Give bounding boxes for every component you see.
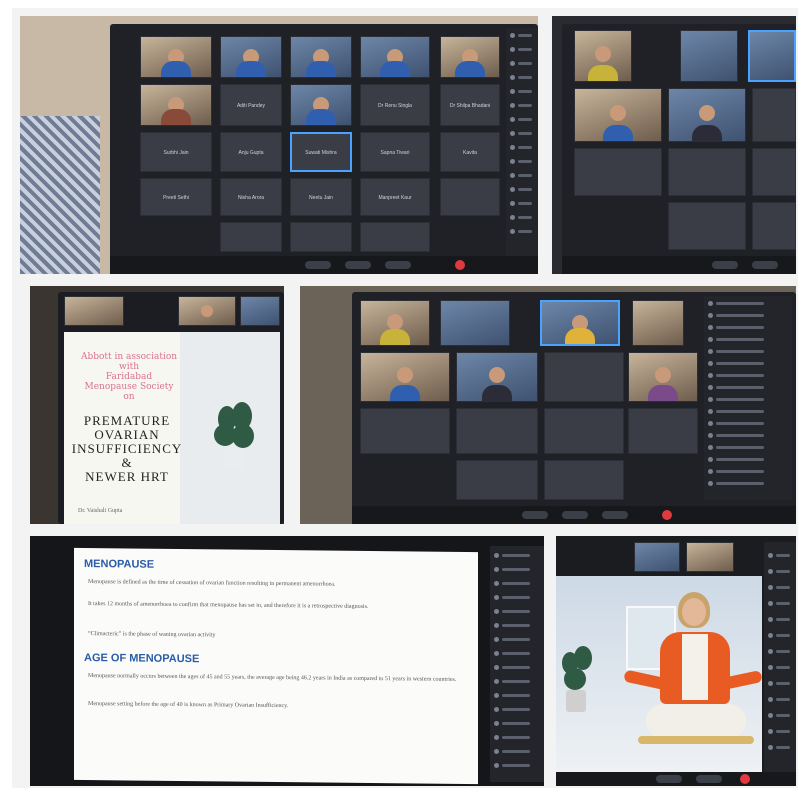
yoga-video <box>556 576 763 772</box>
instructor-figure <box>623 586 763 772</box>
name-tile <box>456 408 538 454</box>
video-tile <box>440 36 500 78</box>
name-tile <box>360 222 430 252</box>
video-tile <box>574 88 662 142</box>
video-tile <box>240 296 280 326</box>
laptop-screen: Aditi Pandey Dr Renu Singla Dr Shilpa Bh… <box>110 24 538 274</box>
plant-image <box>558 646 598 726</box>
name-tile <box>220 222 282 252</box>
participants-panel <box>704 296 792 500</box>
photo-zoom-grid-2 <box>552 16 796 274</box>
video-tile <box>290 84 352 126</box>
name-tile <box>456 460 538 500</box>
video-tile <box>634 542 680 572</box>
slide-bullet: Menopause setting before the age of 40 i… <box>88 701 289 710</box>
participants-panel <box>764 542 796 778</box>
presentation-slide: Abbott in association with Faridabad Men… <box>64 332 280 524</box>
name-tile <box>544 408 624 454</box>
video-tile <box>360 300 430 346</box>
leave-icon <box>455 260 465 270</box>
meeting-toolbar <box>110 256 538 274</box>
video-tile <box>540 300 620 346</box>
meeting-toolbar <box>352 506 796 524</box>
photo-slide-hrt: Abbott in association with Faridabad Men… <box>30 286 284 524</box>
participants-panel <box>506 28 538 256</box>
meeting-toolbar <box>562 256 796 274</box>
name-tile <box>290 222 352 252</box>
laptop-screen <box>562 24 796 274</box>
video-tile <box>456 352 538 402</box>
name-tile: Manpreet Kaur <box>360 178 430 216</box>
video-tile <box>628 352 698 402</box>
name-tile: Aditi Pandey <box>220 84 282 126</box>
name-tile: Preeti Sethi <box>140 178 212 216</box>
mat <box>638 736 754 744</box>
video-tile <box>360 352 450 402</box>
name-tile: Dr Renu Singla <box>360 84 430 126</box>
name-tile <box>440 178 500 216</box>
participants-panel <box>490 546 544 782</box>
name-tile <box>628 408 698 454</box>
slide-heading-age: AGE OF MENOPAUSE <box>84 651 200 666</box>
video-tile <box>686 542 734 572</box>
video-tile <box>440 300 510 346</box>
video-tile <box>140 36 212 78</box>
slide-heading-menopause: MENOPAUSE <box>84 557 155 571</box>
presenter-name: Dr. Vaishali Gupta <box>78 508 123 514</box>
video-tile <box>574 30 632 82</box>
name-tile: Dr Shilpa Bhadani <box>440 84 500 126</box>
video-tile <box>360 36 430 78</box>
name-tile: Anju Gupta <box>220 132 282 172</box>
video-tile <box>680 30 738 82</box>
name-tile <box>752 202 796 250</box>
name-tile <box>574 148 662 196</box>
laptop-screen <box>352 292 796 524</box>
video-tile <box>290 36 352 78</box>
leave-icon <box>740 774 750 784</box>
name-tile <box>544 352 624 402</box>
name-tile <box>668 202 746 250</box>
photo-collage: Aditi Pandey Dr Renu Singla Dr Shilpa Bh… <box>12 8 798 788</box>
name-tile: Surbhi Jain <box>140 132 212 172</box>
video-tile <box>220 36 282 78</box>
meeting-toolbar <box>556 772 796 786</box>
slide-bullet: Menopause normally occurs between the ag… <box>88 673 457 683</box>
name-tile: Neetu Jain <box>290 178 352 216</box>
photo-slide-menopause: MENOPAUSE Menopause is defined as the ti… <box>30 536 544 786</box>
menopause-slide: MENOPAUSE Menopause is defined as the ti… <box>74 547 478 785</box>
leave-icon <box>662 510 672 520</box>
photo-zoom-grid-3 <box>300 286 796 524</box>
slide-bullet: Menopause is defined as the time of cess… <box>88 579 336 588</box>
video-tile <box>668 88 746 142</box>
photo-yoga-session <box>556 536 796 786</box>
slide-bullet: It takes 12 months of amenorrhoea to con… <box>88 601 369 610</box>
name-tile: Nisha Arora <box>220 178 282 216</box>
name-tile <box>360 408 450 454</box>
slide-bullet: “Climacteric” is the phase of waning ova… <box>88 631 216 639</box>
name-tile: Kavita <box>440 132 500 172</box>
video-tile <box>140 84 212 126</box>
name-tile <box>752 148 796 196</box>
video-tile <box>64 296 124 326</box>
name-tile: Sapna Tiwari <box>360 132 430 172</box>
video-tile <box>632 300 684 346</box>
photo-zoom-grid-1: Aditi Pandey Dr Renu Singla Dr Shilpa Bh… <box>20 16 538 274</box>
slide-title: PREMATURE OVARIAN INSUFFICIENCY & NEWER … <box>71 413 183 484</box>
desk-background <box>20 116 100 274</box>
name-tile-active: Suwati Mishra <box>290 132 352 172</box>
name-tile <box>668 148 746 196</box>
laptop-screen: Abbott in association with Faridabad Men… <box>58 292 284 524</box>
slide-pink-text: Abbott in association with Faridabad Men… <box>80 352 178 402</box>
plant-image <box>210 402 260 482</box>
name-tile <box>544 460 624 500</box>
video-tile <box>748 30 796 82</box>
video-tile <box>178 296 236 326</box>
name-tile <box>752 88 796 142</box>
